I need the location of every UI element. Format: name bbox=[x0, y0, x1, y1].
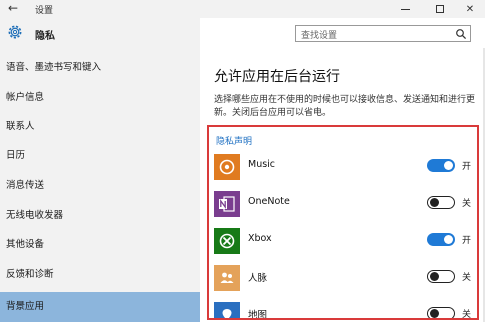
app-name: 地图 bbox=[248, 310, 268, 320]
toggle-knob bbox=[430, 271, 439, 281]
close-button[interactable]: ✕ bbox=[455, 0, 485, 18]
app-row-maps: 地图 关 bbox=[214, 302, 476, 320]
sidebar-header-label: 隐私 bbox=[35, 31, 55, 42]
app-row-onenote: OneNote 关 bbox=[214, 191, 476, 221]
toggle-state-label: 开 bbox=[462, 236, 472, 246]
toggle-knob bbox=[444, 161, 453, 170]
sidebar-item-feedback[interactable]: 反馈和诊断 bbox=[0, 262, 200, 288]
main-content: 查找设置 允许应用在后台运行 选择哪些应用在不使用的时候也可以接收信息、发送通知… bbox=[200, 18, 485, 322]
sidebar-item-label: 无线电收发器 bbox=[6, 210, 64, 221]
sidebar-item-label: 日历 bbox=[6, 150, 26, 161]
privacy-statement-link[interactable]: 隐私声明 bbox=[216, 134, 252, 147]
sidebar-item-label: 语音、墨迹书写和键入 bbox=[6, 62, 102, 73]
sidebar-item-messaging[interactable]: 消息传送 bbox=[0, 173, 200, 199]
sidebar-item-label: 反馈和诊断 bbox=[6, 269, 54, 280]
maximize-button[interactable] bbox=[425, 0, 455, 18]
xbox-icon bbox=[214, 228, 240, 254]
search-icon[interactable] bbox=[455, 28, 467, 40]
music-icon bbox=[214, 154, 240, 180]
sidebar-header: 隐私 bbox=[0, 18, 200, 48]
app-row-people: 人脉 关 bbox=[214, 265, 476, 295]
search-input[interactable]: 查找设置 bbox=[301, 28, 337, 41]
search-box[interactable]: 查找设置 bbox=[295, 25, 471, 42]
app-row-xbox: Xbox 开 bbox=[214, 228, 476, 258]
title-bar: ← 设置 ✕ bbox=[0, 0, 485, 18]
app-name: Xbox bbox=[248, 233, 272, 244]
window-title: 设置 bbox=[35, 6, 54, 16]
toggle-knob bbox=[430, 197, 439, 207]
sidebar-item-label: 消息传送 bbox=[6, 180, 45, 191]
close-icon: ✕ bbox=[465, 3, 475, 15]
sidebar: 隐私 语音、墨迹书写和键入 帐户信息 联系人 日历 消息传送 无线电收发器 其他… bbox=[0, 18, 200, 322]
page-description: 选择哪些应用在不使用的时候也可以接收信息、发送通知和进行更新。关闭后台应用可以省… bbox=[214, 95, 476, 118]
minimize-icon bbox=[400, 8, 410, 10]
toggle-knob bbox=[444, 235, 453, 244]
onenote-icon bbox=[214, 191, 240, 217]
background-toggle[interactable] bbox=[427, 307, 455, 318]
maps-icon bbox=[214, 302, 240, 318]
back-arrow-icon[interactable]: ← bbox=[8, 1, 18, 15]
background-toggle[interactable] bbox=[427, 159, 455, 172]
sidebar-item-calendar[interactable]: 日历 bbox=[0, 143, 200, 169]
toggle-state-label: 关 bbox=[462, 310, 472, 320]
sidebar-item-label: 其他设备 bbox=[6, 239, 45, 250]
sidebar-item-other-devices[interactable]: 其他设备 bbox=[0, 232, 200, 258]
gear-icon bbox=[8, 25, 22, 39]
toggle-state-label: 关 bbox=[462, 273, 472, 283]
sidebar-item-radios[interactable]: 无线电收发器 bbox=[0, 203, 200, 229]
sidebar-item-account-info[interactable]: 帐户信息 bbox=[0, 85, 200, 111]
sidebar-item-label: 帐户信息 bbox=[6, 92, 45, 103]
sidebar-item-label: 背景应用 bbox=[6, 301, 45, 312]
toggle-state-label: 关 bbox=[462, 199, 472, 209]
background-toggle[interactable] bbox=[427, 196, 455, 209]
maximize-icon bbox=[436, 5, 444, 13]
app-name: OneNote bbox=[248, 196, 290, 207]
background-toggle[interactable] bbox=[427, 270, 455, 283]
toggle-knob bbox=[430, 308, 439, 318]
sidebar-item-contacts[interactable]: 联系人 bbox=[0, 114, 200, 140]
sidebar-item-label: 联系人 bbox=[6, 121, 35, 132]
minimize-button[interactable] bbox=[390, 0, 420, 18]
page-title: 允许应用在后台运行 bbox=[214, 69, 340, 85]
background-toggle[interactable] bbox=[427, 233, 455, 246]
app-name: 人脉 bbox=[248, 273, 268, 284]
sidebar-item-background-apps[interactable]: 背景应用 bbox=[0, 292, 200, 322]
app-list-panel: 隐私声明 Music 开 OneNote 关 Xbox 开 人脉 关 地图 关 bbox=[207, 125, 479, 320]
sidebar-item-speech-inking[interactable]: 语音、墨迹书写和键入 bbox=[0, 55, 200, 81]
toggle-state-label: 开 bbox=[462, 162, 472, 172]
people-icon bbox=[214, 265, 240, 291]
app-name: Music bbox=[248, 159, 276, 170]
app-row-music: Music 开 bbox=[214, 154, 476, 184]
